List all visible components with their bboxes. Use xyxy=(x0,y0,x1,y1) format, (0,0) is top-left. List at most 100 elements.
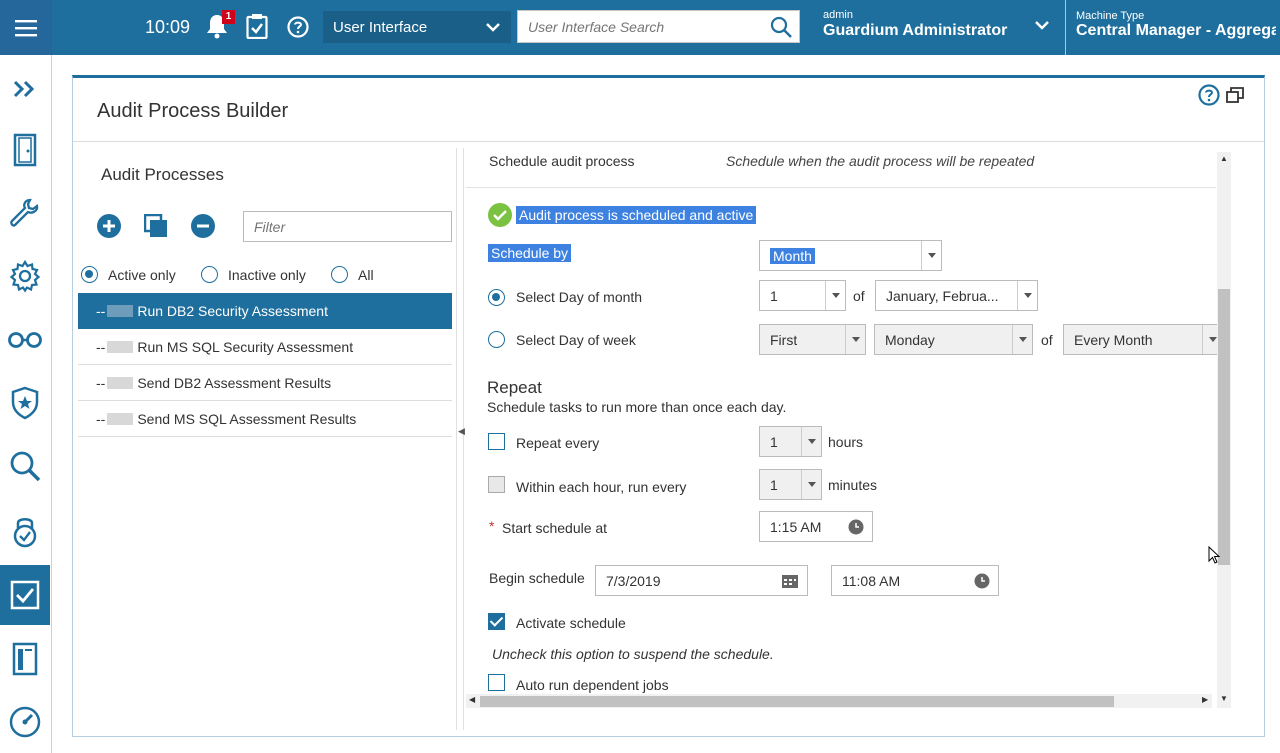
radio-active-only[interactable]: Active only xyxy=(81,266,176,283)
schedule-by-select[interactable]: Month xyxy=(759,240,942,271)
weekday-select[interactable]: Monday xyxy=(874,324,1033,355)
start-time-field[interactable]: 1:15 AM xyxy=(759,511,873,542)
scroll-down-icon[interactable]: ▼ xyxy=(1220,694,1228,703)
auto-run-checkbox[interactable] xyxy=(488,674,505,691)
nav-monitor[interactable] xyxy=(0,309,50,369)
calendar-icon[interactable] xyxy=(781,573,799,589)
help-button[interactable] xyxy=(287,16,309,38)
within-hour-minutes-select[interactable]: 1 xyxy=(759,469,822,500)
within-hour-checkbox[interactable] xyxy=(488,476,505,493)
day-of-month-select[interactable]: 1 xyxy=(759,280,846,311)
months-select[interactable]: January, Februa... xyxy=(875,280,1038,311)
chevron-down-icon xyxy=(801,470,821,499)
menu-button[interactable] xyxy=(0,0,52,55)
repeat-hours-value: 1 xyxy=(770,433,778,450)
restore-window-icon[interactable] xyxy=(1226,87,1244,103)
scrollbar-thumb[interactable] xyxy=(1218,289,1230,565)
divider xyxy=(73,141,1264,142)
radio-all[interactable]: All xyxy=(331,266,374,283)
scroll-up-icon[interactable]: ▲ xyxy=(1220,154,1228,163)
ui-selector[interactable]: User Interface xyxy=(323,11,511,43)
remove-process-icon[interactable] xyxy=(191,214,215,238)
splitter-handle[interactable] xyxy=(456,148,464,730)
list-item[interactable]: -- Send DB2 Assessment Results xyxy=(78,365,452,401)
months-value: January, Februa... xyxy=(886,287,999,304)
nav-harden[interactable] xyxy=(0,501,50,561)
process-icon xyxy=(107,304,134,317)
scroll-right-icon[interactable]: ▶ xyxy=(1202,695,1208,704)
radio-button[interactable] xyxy=(81,266,98,283)
week-ordinal-value: First xyxy=(770,331,798,348)
panel-toolbar xyxy=(1198,84,1244,106)
tasks-button[interactable] xyxy=(246,13,268,40)
chevron-down-icon[interactable] xyxy=(1033,16,1051,34)
glasses-icon xyxy=(8,332,42,348)
auto-run-label: Auto run dependent jobs xyxy=(516,677,669,693)
radio-day-of-month[interactable] xyxy=(488,289,505,306)
radio-day-of-week[interactable] xyxy=(488,331,505,348)
nav-expand[interactable] xyxy=(0,59,50,119)
schedule-section: Schedule audit process Schedule when the… xyxy=(466,148,1232,732)
process-icon xyxy=(107,412,134,425)
help-icon[interactable] xyxy=(1198,84,1220,106)
list-item[interactable]: -- Run MS SQL Security Assessment xyxy=(78,329,452,365)
nav-investigate[interactable] xyxy=(0,436,50,496)
filter-box xyxy=(243,211,452,242)
left-nav xyxy=(0,55,52,753)
minutes-label: minutes xyxy=(828,477,878,493)
start-schedule-label: Start schedule at xyxy=(502,520,608,536)
nav-door[interactable] xyxy=(0,120,50,180)
radio-button[interactable] xyxy=(331,266,348,283)
filter-input[interactable] xyxy=(244,212,451,241)
scrollbar-thumb[interactable] xyxy=(480,696,1114,707)
search-icon xyxy=(10,451,41,482)
chevron-down-icon xyxy=(825,281,845,310)
week-ordinal-select[interactable]: First xyxy=(759,324,866,355)
search-box xyxy=(517,10,800,43)
ui-selector-value: User Interface xyxy=(333,18,428,36)
add-process-icon[interactable] xyxy=(97,214,121,238)
radio-button[interactable] xyxy=(201,266,218,283)
check-circle-icon xyxy=(488,203,512,227)
week-frequency-select[interactable]: Every Month xyxy=(1063,324,1223,355)
tree-prefix: -- xyxy=(96,302,106,319)
nav-tools[interactable] xyxy=(0,183,50,243)
machine-type-label: Machine Type xyxy=(1076,10,1145,22)
nav-comply[interactable] xyxy=(0,565,50,625)
list-item[interactable]: -- Send MS SQL Assessment Results xyxy=(78,401,452,437)
of-label: of xyxy=(1041,332,1053,348)
list-item[interactable]: -- Run DB2 Security Assessment xyxy=(78,293,452,329)
tree-prefix: -- xyxy=(96,338,106,355)
divider xyxy=(1065,0,1066,55)
radio-inactive-only[interactable]: Inactive only xyxy=(201,266,306,283)
process-list: -- Run DB2 Security Assessment -- Run MS S… xyxy=(78,293,452,437)
collapse-left-icon[interactable]: ◀ xyxy=(458,426,465,437)
chevron-down-icon xyxy=(801,427,821,456)
begin-date-field[interactable]: 7/3/2019 xyxy=(595,565,808,596)
repeat-every-checkbox[interactable] xyxy=(488,433,505,450)
search-input[interactable] xyxy=(518,11,758,42)
begin-time-field[interactable]: 11:08 AM xyxy=(831,565,999,596)
clock-icon[interactable] xyxy=(974,573,990,589)
shield-icon xyxy=(11,386,39,420)
nav-dashboard[interactable] xyxy=(0,692,50,752)
activate-schedule-checkbox[interactable] xyxy=(488,613,505,630)
chevron-down-icon xyxy=(1017,281,1037,310)
search-icon[interactable] xyxy=(769,15,793,39)
scroll-left-icon[interactable]: ◀ xyxy=(469,695,475,704)
process-name: Send MS SQL Assessment Results xyxy=(137,410,357,427)
audit-process-builder-panel: Audit Process Builder Audit Processes Ac… xyxy=(72,75,1265,737)
horizontal-scrollbar[interactable]: ◀ ▶ xyxy=(466,694,1212,708)
copy-process-icon[interactable] xyxy=(144,214,168,238)
hours-label: hours xyxy=(828,434,864,450)
nav-protect[interactable] xyxy=(0,373,50,433)
expand-icon xyxy=(13,80,35,98)
nav-settings[interactable] xyxy=(0,246,50,306)
begin-time-value: 11:08 AM xyxy=(842,572,901,589)
clock-icon[interactable] xyxy=(848,519,864,535)
report-icon xyxy=(12,642,38,676)
user-name[interactable]: Guardium Administrator xyxy=(823,22,1007,40)
repeat-hours-select[interactable]: 1 xyxy=(759,426,822,457)
nav-reports[interactable] xyxy=(0,629,50,689)
vertical-scrollbar[interactable]: ▲ ▼ xyxy=(1217,152,1231,708)
